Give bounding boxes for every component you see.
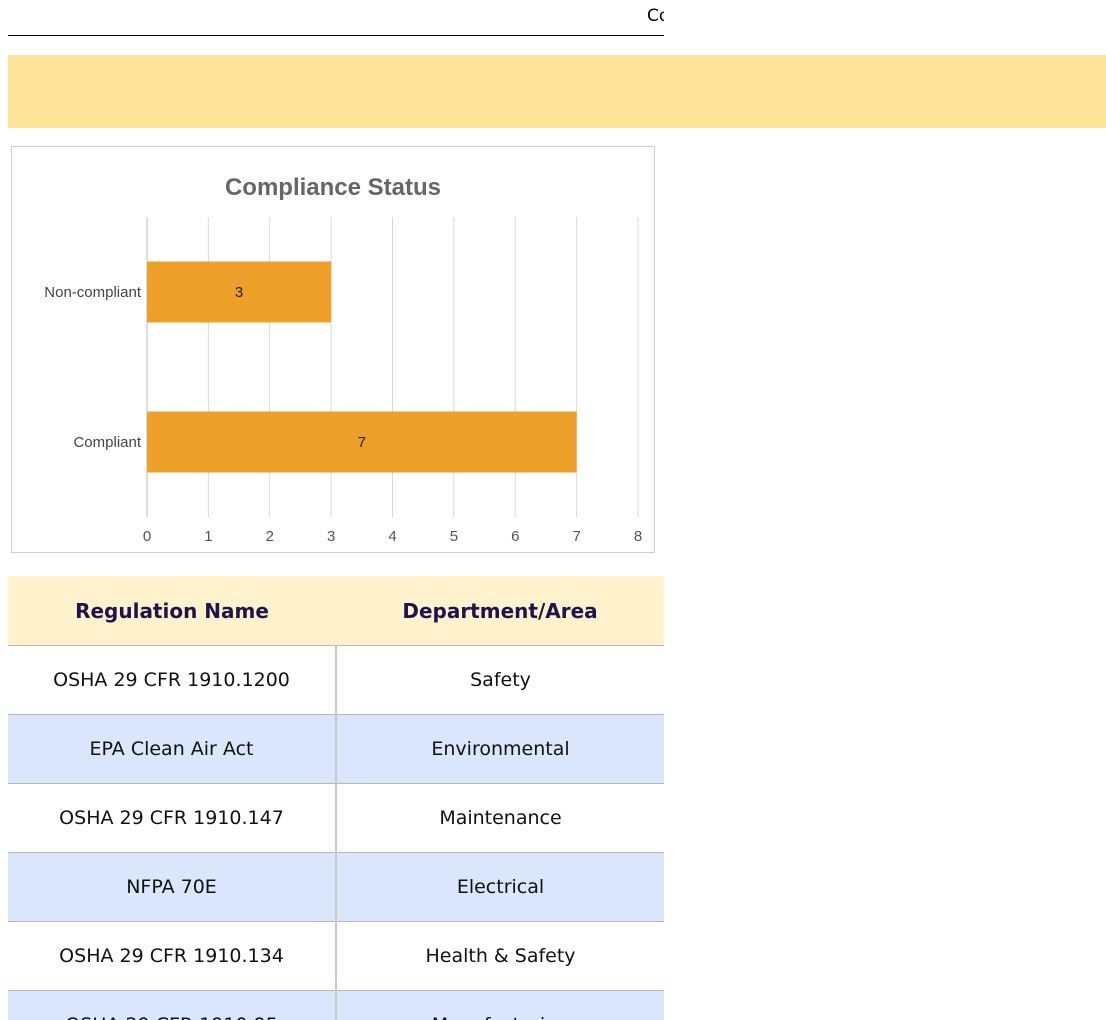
header-title: Compliance: [647, 6, 664, 26]
regulation-name-cell: OSHA 29 CFR 1910.147: [8, 783, 337, 853]
regulation-name-cell: OSHA 29 CFR 1910.95: [8, 990, 337, 1020]
x-tick-label: 3: [327, 528, 335, 545]
department-cell: Environmental: [336, 714, 664, 784]
compliance-chart: 0 1 2 3 4 5 6 7 8 Non-compliant 3 Compliant 7 Compli…: [11, 146, 655, 553]
table-row: OSHA 29 CFR 1910.95 Manufacturing: [8, 990, 664, 1020]
regulations-table: Regulation Name Department/Area OSHA 29 …: [8, 576, 664, 1020]
x-tick-label: 5: [450, 528, 458, 545]
x-tick-label: 6: [511, 528, 519, 545]
x-tick-label: 8: [634, 528, 642, 545]
table-row: EPA Clean Air Act Environmental: [8, 714, 664, 784]
x-tick-label: 0: [143, 528, 151, 545]
department-cell: Maintenance: [336, 783, 664, 853]
chart-title: Compliance Status: [225, 174, 441, 201]
data-label: 3: [235, 284, 243, 301]
regulations-table-container: Regulation Name Department/Area OSHA 29 …: [8, 576, 664, 1020]
table-row: OSHA 29 CFR 1910.147 Maintenance: [8, 783, 664, 853]
regulation-name-cell: OSHA 29 CFR 1910.134: [8, 921, 337, 991]
chart-canvas: 0 1 2 3 4 5 6 7 8 Non-compliant 3 Compliant 7 Compli…: [44, 174, 642, 545]
x-tick-label: 2: [266, 528, 274, 545]
regulation-name-cell: NFPA 70E: [8, 852, 337, 922]
x-tick-label: 1: [204, 528, 212, 545]
table-row: OSHA 29 CFR 1910.1200 Safety: [8, 645, 664, 715]
category-label: Non-compliant: [44, 284, 142, 301]
header-divider: [8, 35, 664, 36]
department-cell: Electrical: [336, 852, 664, 922]
column-header-department-area: Department/Area: [336, 576, 664, 646]
banner: [8, 55, 1106, 128]
category-label: Compliant: [73, 434, 141, 451]
table-row: NFPA 70E Electrical: [8, 852, 664, 922]
x-tick-label: 4: [388, 528, 396, 545]
x-tick-label: 7: [572, 528, 580, 545]
department-cell: Safety: [336, 645, 664, 715]
department-cell: Manufacturing: [336, 990, 664, 1020]
column-header-regulation-name: Regulation Name: [8, 576, 336, 646]
data-label: 7: [358, 434, 366, 451]
department-cell: Health & Safety: [336, 921, 664, 991]
regulation-name-cell: EPA Clean Air Act: [8, 714, 337, 784]
table-header-row: Regulation Name Department/Area: [8, 576, 664, 646]
regulation-name-cell: OSHA 29 CFR 1910.1200: [8, 645, 337, 715]
table-row: OSHA 29 CFR 1910.134 Health & Safety: [8, 921, 664, 991]
